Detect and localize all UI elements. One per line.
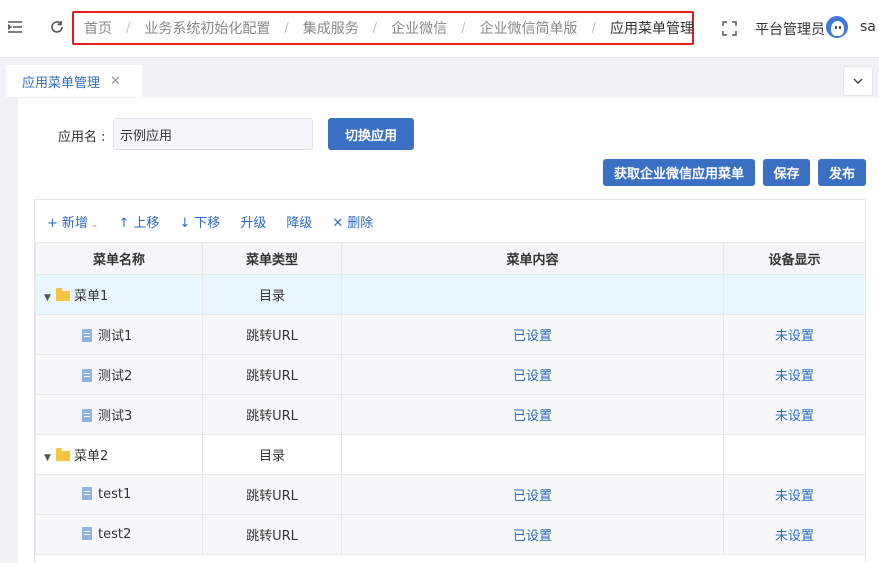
column-header-menu-content[interactable]: 菜单内容 [341,242,724,275]
close-icon: ✕ [332,215,344,231]
menu-content-link[interactable]: 已设置 [341,394,724,435]
table-header-row: 菜单名称 菜单类型 菜单内容 设备显示 [35,242,866,275]
column-header-menu-type[interactable]: 菜单类型 [202,242,342,275]
device-display-link[interactable]: 未设置 [723,354,866,395]
table-row[interactable]: 测试2 跳转URL 已设置 未设置 [35,354,866,395]
close-icon[interactable]: ✕ [110,74,121,89]
menu-type: 跳转URL [202,474,342,515]
tab-strip: 应用菜单管理 ✕ [0,58,879,98]
delete-button[interactable]: ✕ 删除 [332,212,373,231]
menu-name: 测试1 [98,329,133,344]
file-icon [82,409,92,422]
fullscreen-icon[interactable] [722,21,737,39]
breadcrumb-item-integration[interactable]: 集成服务 [303,18,359,38]
breadcrumb-item-init-config[interactable]: 业务系统初始化配置 [144,18,270,38]
breadcrumb-separator: / [591,20,596,36]
menu-content [341,434,724,475]
save-button[interactable]: 保存 [763,159,810,186]
menu-name: 菜单1 [74,289,109,304]
menu-name: test1 [98,487,132,502]
menu-type: 跳转URL [202,354,342,395]
table-row[interactable]: ▼ 菜单2 目录 [35,434,866,475]
device-display-link[interactable]: 未设置 [723,314,866,355]
device-display-link[interactable]: 未设置 [723,394,866,435]
breadcrumb-separator: / [461,20,466,36]
user-id[interactable]: sa [860,19,876,35]
menu-type: 目录 [202,274,342,315]
refresh-icon[interactable] [50,20,64,37]
tab-app-menu-management[interactable]: 应用菜单管理 ✕ [6,65,142,97]
breadcrumb-item-wecom-simple[interactable]: 企业微信简单版 [480,18,578,38]
publish-button[interactable]: 发布 [818,159,866,186]
menu-content [341,274,724,315]
breadcrumb: 首页 / 业务系统初始化配置 / 集成服务 / 企业微信 / 企业微信简单版 /… [72,11,694,45]
column-header-device-display[interactable]: 设备显示 [723,242,866,275]
avatar[interactable] [826,16,848,38]
user-role-name[interactable]: 平台管理员 [755,19,825,39]
menu-name: 测试3 [98,409,133,424]
arrow-up-icon: ↑ [118,215,130,231]
table-toolbar: + 新增 ⌄ ↑ 上移 ↓ 下移 升级 降级 ✕ 删除 [35,200,865,242]
main-content: 应用名 : 切换应用 获取企业微信应用菜单 保存 发布 +新增⌄ ↑上移 ↓下移… [18,98,879,563]
menu-type: 跳转URL [202,314,342,355]
file-icon [82,329,92,342]
folder-icon [56,288,70,301]
tab-label: 应用菜单管理 [22,75,101,91]
arrow-down-icon: ↓ [179,215,191,231]
switch-app-button[interactable]: 切换应用 [328,118,414,150]
file-icon [82,527,92,540]
app-name-field[interactable] [113,118,313,150]
breadcrumb-item-wecom[interactable]: 企业微信 [391,18,447,38]
expand-caret-icon[interactable]: ▼ [44,453,56,463]
menu-table: 菜单名称 菜单类型 菜单内容 设备显示 ▼ 菜单1 目录 测试1 跳转URL 已设… [35,242,866,555]
top-header: 首页 / 业务系统初始化配置 / 集成服务 / 企业微信 / 企业微信简单版 /… [0,0,879,58]
device-display [723,274,866,315]
table-row[interactable]: 测试1 跳转URL 已设置 未设置 [35,314,866,355]
table-row[interactable]: ▼ 菜单1 目录 [35,274,866,315]
upgrade-button[interactable]: 升级 [240,212,266,231]
expand-caret-icon[interactable]: ▼ [44,293,56,303]
menu-table-panel: + 新增 ⌄ ↑ 上移 ↓ 下移 升级 降级 ✕ 删除 菜单名称 菜单类型 菜单内容 设备… [34,199,866,563]
menu-content-link[interactable]: 已设置 [341,314,724,355]
menu-name: 测试2 [98,369,133,384]
menu-name: 菜单2 [74,449,109,464]
fetch-menu-button[interactable]: 获取企业微信应用菜单 [603,159,755,186]
add-button[interactable]: + 新增 ⌄ [47,212,98,231]
menu-content-link[interactable]: 已设置 [341,514,724,555]
menu-collapse-icon[interactable] [7,21,22,36]
breadcrumb-item-current: 应用菜单管理 [609,21,694,37]
move-down-button[interactable]: ↓ 下移 [179,212,220,231]
file-icon [82,369,92,382]
table-row[interactable]: test1 跳转URL 已设置 未设置 [35,474,866,515]
plus-icon: + [47,215,58,231]
menu-type: 目录 [202,434,342,475]
breadcrumb-separator: / [284,20,289,36]
menu-name: test2 [98,527,132,542]
breadcrumb-item-home[interactable]: 首页 [84,18,112,38]
breadcrumb-separator: / [372,20,378,36]
breadcrumb-separator: / [126,20,131,36]
chevron-down-icon[interactable] [843,66,873,96]
menu-content-link[interactable]: 已设置 [341,354,724,395]
app-name-label: 应用名 : [58,130,106,145]
move-up-button[interactable]: ↑ 上移 [118,212,159,231]
device-display-link[interactable]: 未设置 [723,514,866,555]
device-display [723,434,866,475]
file-icon [82,487,92,500]
device-display-link[interactable]: 未设置 [723,474,866,515]
downgrade-button[interactable]: 降级 [286,212,312,231]
menu-content-link[interactable]: 已设置 [341,474,724,515]
menu-type: 跳转URL [202,514,342,555]
table-row[interactable]: test2 跳转URL 已设置 未设置 [35,514,866,555]
chevron-down-icon: ⌄ [90,219,99,230]
menu-type: 跳转URL [202,394,342,435]
column-header-menu-name[interactable]: 菜单名称 [35,242,203,275]
table-row[interactable]: 测试3 跳转URL 已设置 未设置 [35,394,866,435]
folder-icon [56,448,70,461]
